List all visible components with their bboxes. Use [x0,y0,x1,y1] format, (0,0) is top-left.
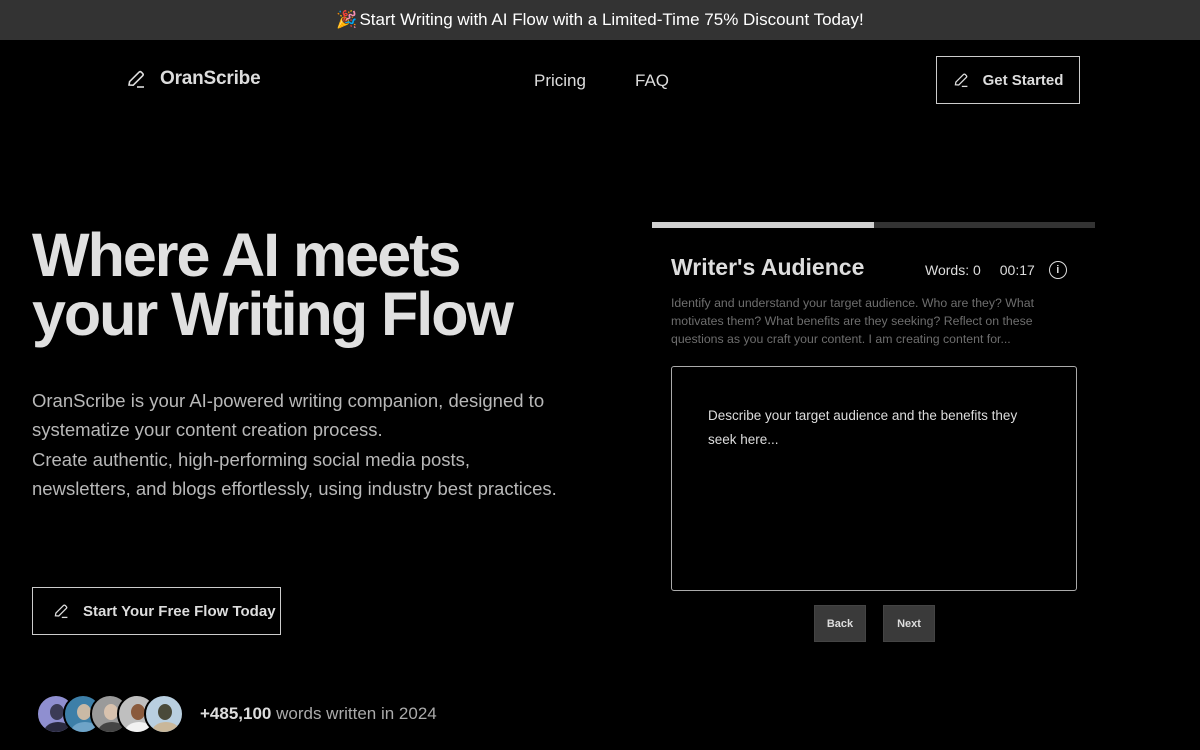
hero-description-p2: Create authentic, high-performing social… [32,448,557,499]
promo-banner[interactable]: 🎉 Start Writing with AI Flow with a Limi… [0,0,1200,40]
start-free-flow-label: Start Your Free Flow Today [83,602,276,620]
avatar-stack [36,694,184,734]
get-started-button[interactable]: Get Started [936,56,1080,104]
writer-panel: Writer's Audience Words: 0 00:17 i Ident… [652,222,1095,642]
promo-text: Start Writing with AI Flow with a Limite… [359,10,864,29]
nav-pricing-link[interactable]: Pricing [534,71,586,91]
top-nav: OranScribe Pricing FAQ Get Started [0,40,1200,120]
step-description: Identify and understand your target audi… [671,296,1034,346]
avatar-head [77,704,91,720]
pen-icon [128,70,144,88]
logo-text: OranScribe [160,68,261,89]
avatar-body [152,722,180,732]
word-count: Words: 0 [925,262,981,278]
words-written-stat: +485,100 words written in 2024 [200,704,437,724]
hero-title: Where AI meets your Writing Flow [32,225,514,345]
social-proof: +485,100 words written in 2024 [36,694,437,734]
pen-icon [54,604,68,619]
avatar-head [104,704,118,720]
step-progress-bar [652,222,1095,228]
step-meta: Words: 0 00:17 i [925,261,1067,279]
party-popper-icon: 🎉 [336,10,358,29]
start-free-flow-button[interactable]: Start Your Free Flow Today [32,587,281,635]
timer: 00:17 [999,262,1035,278]
step-title: Writer's Audience [671,254,865,280]
avatar-head [131,704,145,720]
avatar-head [50,704,64,720]
hero-title-line-2: your Writing Flow [32,280,514,348]
avatar-head [158,704,172,720]
logo[interactable]: OranScribe [126,68,261,90]
pen-icon [954,73,967,88]
next-button[interactable]: Next [883,605,935,642]
step-progress-fill [652,222,874,228]
get-started-label: Get Started [982,71,1064,89]
user-avatar [144,694,184,734]
info-icon[interactable]: i [1048,261,1067,279]
hero-description: OranScribe is your AI-powered writing co… [32,386,572,503]
words-count: +485,100 [200,704,272,723]
hero-description-p1: OranScribe is your AI-powered writing co… [32,390,545,441]
hero-title-line-1: Where AI meets [32,221,461,289]
words-suffix: words written in 2024 [271,704,437,723]
nav-faq-link[interactable]: FAQ [635,71,669,91]
audience-editor[interactable] [671,366,1077,591]
back-button[interactable]: Back [814,605,866,642]
step-navigation: Back Next [814,605,952,642]
